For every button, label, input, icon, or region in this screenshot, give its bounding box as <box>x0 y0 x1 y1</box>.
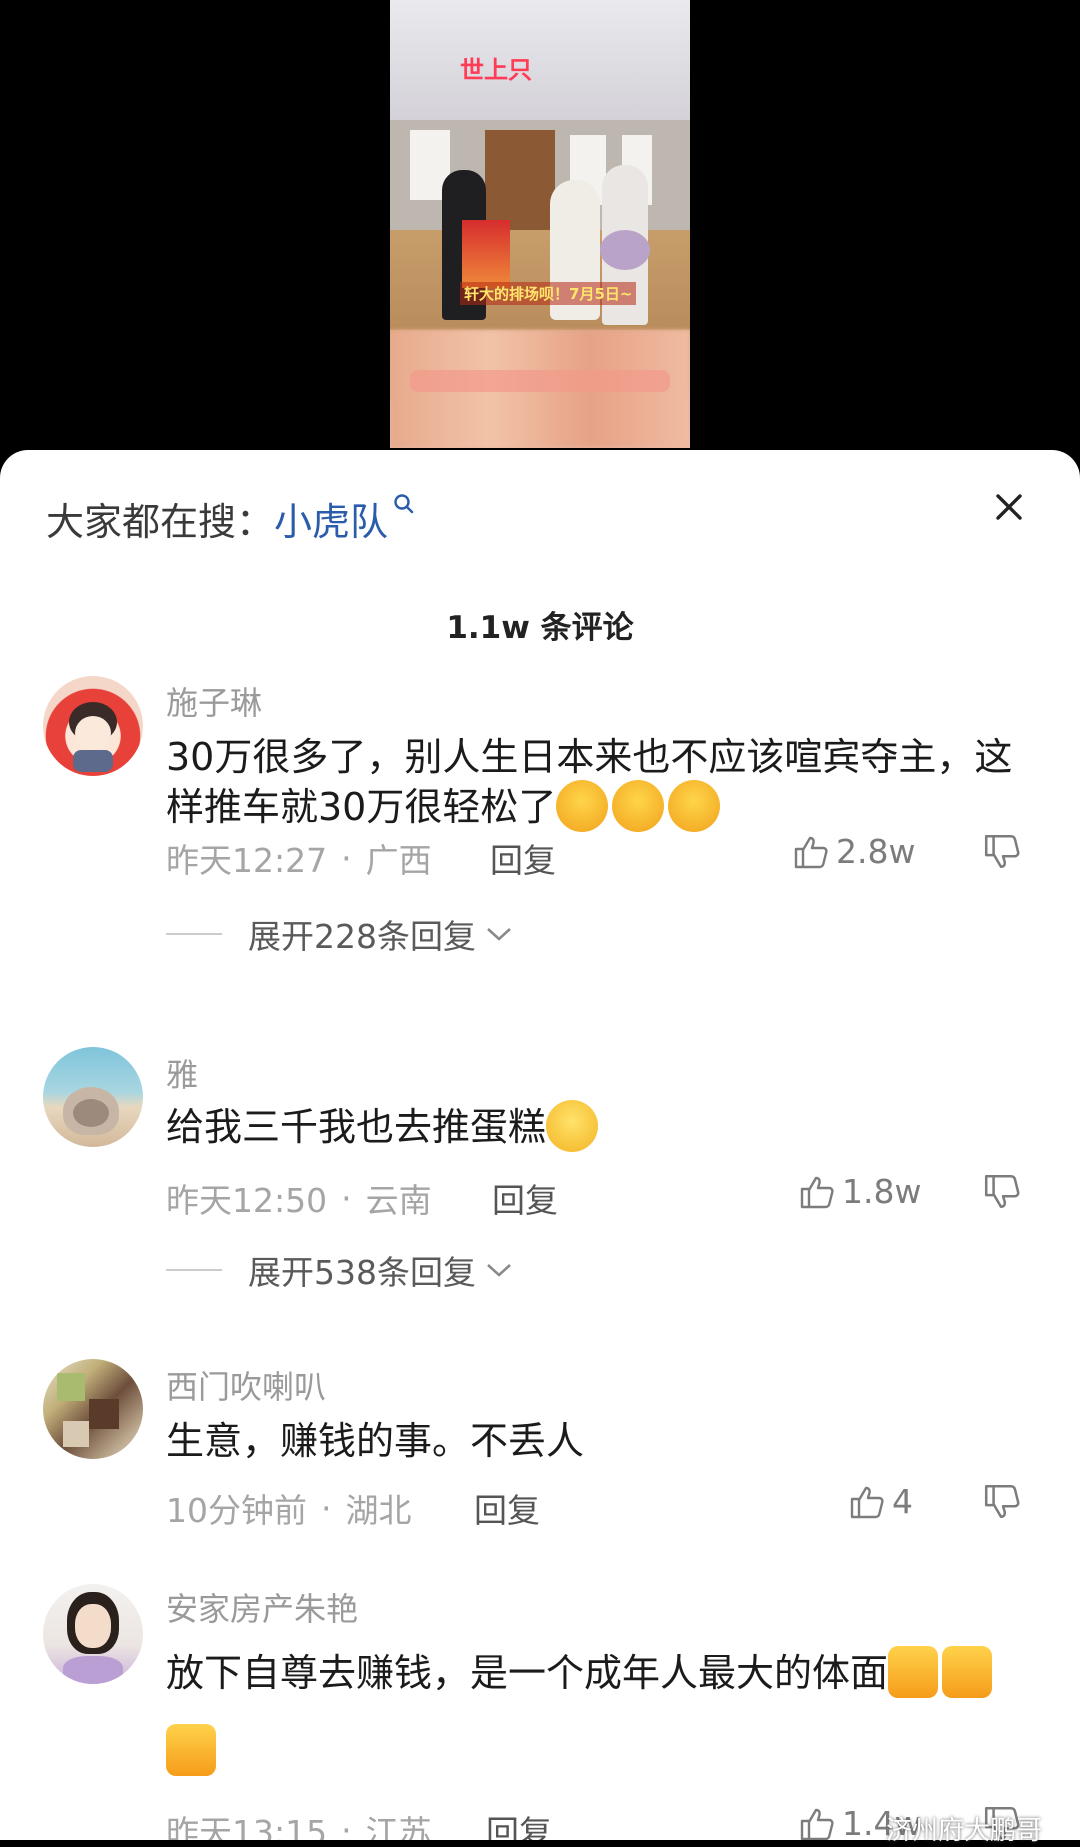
thumbs-down-icon[interactable] <box>982 1172 1022 1212</box>
comment-count: 1.1w 条评论 <box>446 610 634 646</box>
expand-replies-label: 展开228条回复 <box>248 917 476 956</box>
close-icon <box>996 494 1022 520</box>
avatar[interactable] <box>43 1584 143 1684</box>
meta-separator: · <box>341 838 352 878</box>
video-scene-ceiling <box>390 0 690 120</box>
comment-meta: 10分钟前 · 湖北 <box>166 1484 412 1532</box>
expand-replies-button[interactable]: 展开228条回复 <box>166 910 514 958</box>
comment-text: 生意，赚钱的事。不丢人 <box>166 1416 1026 1466</box>
comment-time: 昨天13:15 <box>166 1813 328 1840</box>
video-scene-door <box>485 130 555 230</box>
like-button[interactable]: 2.8w <box>792 832 915 871</box>
comment-text-body: 放下自尊去赚钱，是一个成年人最大的体面 <box>166 1651 889 1695</box>
search-icon[interactable] <box>392 492 418 518</box>
meta-separator: · <box>341 1178 352 1218</box>
chevron-down-icon <box>487 928 511 941</box>
video-frame[interactable]: 世上只 轩大的排场呗！7月5日~ <box>390 0 690 448</box>
comment-username[interactable]: 雅 <box>166 1050 198 1096</box>
close-button[interactable] <box>988 486 1030 528</box>
comment-text: 30万很多了，别人生日本来也不应该喧宾夺主，这样推车就30万很轻松了 <box>166 732 1026 836</box>
comment-meta: 昨天12:27 · 广西 <box>166 834 432 882</box>
thumbs-up-icon <box>800 1176 834 1208</box>
video-player[interactable]: 世上只 轩大的排场呗！7月5日~ <box>0 0 1080 450</box>
laughing-emoji-icon <box>612 779 665 832</box>
like-count: 4 <box>892 1482 913 1521</box>
reply-button[interactable]: 回复 <box>474 1484 540 1532</box>
meta-separator: · <box>341 1810 352 1841</box>
comment-text: 放下自尊去赚钱，是一个成年人最大的体面 <box>166 1634 1026 1790</box>
like-button[interactable]: 1.8w <box>798 1172 921 1211</box>
reply-button[interactable]: 回复 <box>486 1806 552 1840</box>
comment-time: 10分钟前 <box>166 1491 307 1530</box>
watermark: 济州府大鹏哥 <box>886 1816 1043 1846</box>
expand-replies-label: 展开538条回复 <box>248 1253 476 1292</box>
comment-text-body: 生意，赚钱的事。不丢人 <box>166 1419 585 1463</box>
avatar[interactable] <box>43 676 143 776</box>
divider-line <box>166 1269 222 1271</box>
thumbs-up-emoji-icon <box>942 1645 993 1698</box>
thumbs-up-icon <box>794 836 828 868</box>
thumbs-up-emoji-icon <box>888 1645 939 1698</box>
laughing-emoji-icon <box>556 779 609 832</box>
video-overlay-text: 世上只 <box>460 56 532 84</box>
laughing-emoji-icon <box>668 779 721 832</box>
like-count: 1.8w <box>842 1172 922 1211</box>
trending-search-label: 大家都在搜： <box>46 499 275 544</box>
trending-search-term[interactable]: 小虎队 <box>274 491 388 546</box>
comment-text: 给我三千我也去推蛋糕 <box>166 1099 1026 1156</box>
thumbs-down-icon[interactable] <box>982 832 1022 872</box>
comment-location: 广西 <box>365 841 432 880</box>
comment-time: 昨天12:27 <box>166 841 328 880</box>
comment-location: 江苏 <box>365 1813 432 1840</box>
video-cake <box>462 220 510 288</box>
thumbs-up-icon <box>850 1486 884 1518</box>
comment-time: 昨天12:50 <box>166 1181 328 1220</box>
expand-replies-button[interactable]: 展开538条回复 <box>166 1246 514 1294</box>
comment-username[interactable]: 安家房产朱艳 <box>166 1584 358 1630</box>
avatar[interactable] <box>43 1047 143 1147</box>
avatar[interactable] <box>43 1359 143 1459</box>
comment-meta: 昨天12:50 · 云南 <box>166 1174 432 1222</box>
comment-username[interactable]: 西门吹喇叭 <box>166 1362 326 1408</box>
thumbs-up-emoji-icon <box>166 1723 216 1776</box>
comment-text-body: 给我三千我也去推蛋糕 <box>166 1105 547 1149</box>
comment-location: 湖北 <box>345 1491 412 1530</box>
reply-button[interactable]: 回复 <box>492 1174 558 1222</box>
grinning-emoji-icon <box>546 1099 599 1152</box>
reply-button[interactable]: 回复 <box>490 834 556 882</box>
like-count: 2.8w <box>836 832 916 871</box>
trending-search[interactable]: 大家都在搜： 小虎队 <box>46 488 418 548</box>
like-button[interactable]: 4 <box>848 1482 913 1521</box>
video-blurred-text <box>410 370 670 392</box>
video-caption: 轩大的排场呗！7月5日~ <box>460 282 637 305</box>
thumbs-down-icon[interactable] <box>982 1482 1022 1522</box>
comments-sheet: 大家都在搜： 小虎队 1.1w 条评论 施子琳 30万很多了，别人生日本来也不应… <box>0 450 1080 1840</box>
video-bouquet <box>600 230 650 270</box>
comment-meta: 昨天13:15 · 江苏 <box>166 1806 432 1841</box>
meta-separator: · <box>321 1488 332 1528</box>
chevron-down-icon <box>487 1264 511 1277</box>
divider-line <box>166 933 222 935</box>
thumbs-up-icon <box>800 1808 834 1840</box>
comment-location: 云南 <box>365 1181 432 1220</box>
comment-username[interactable]: 施子琳 <box>166 678 262 724</box>
